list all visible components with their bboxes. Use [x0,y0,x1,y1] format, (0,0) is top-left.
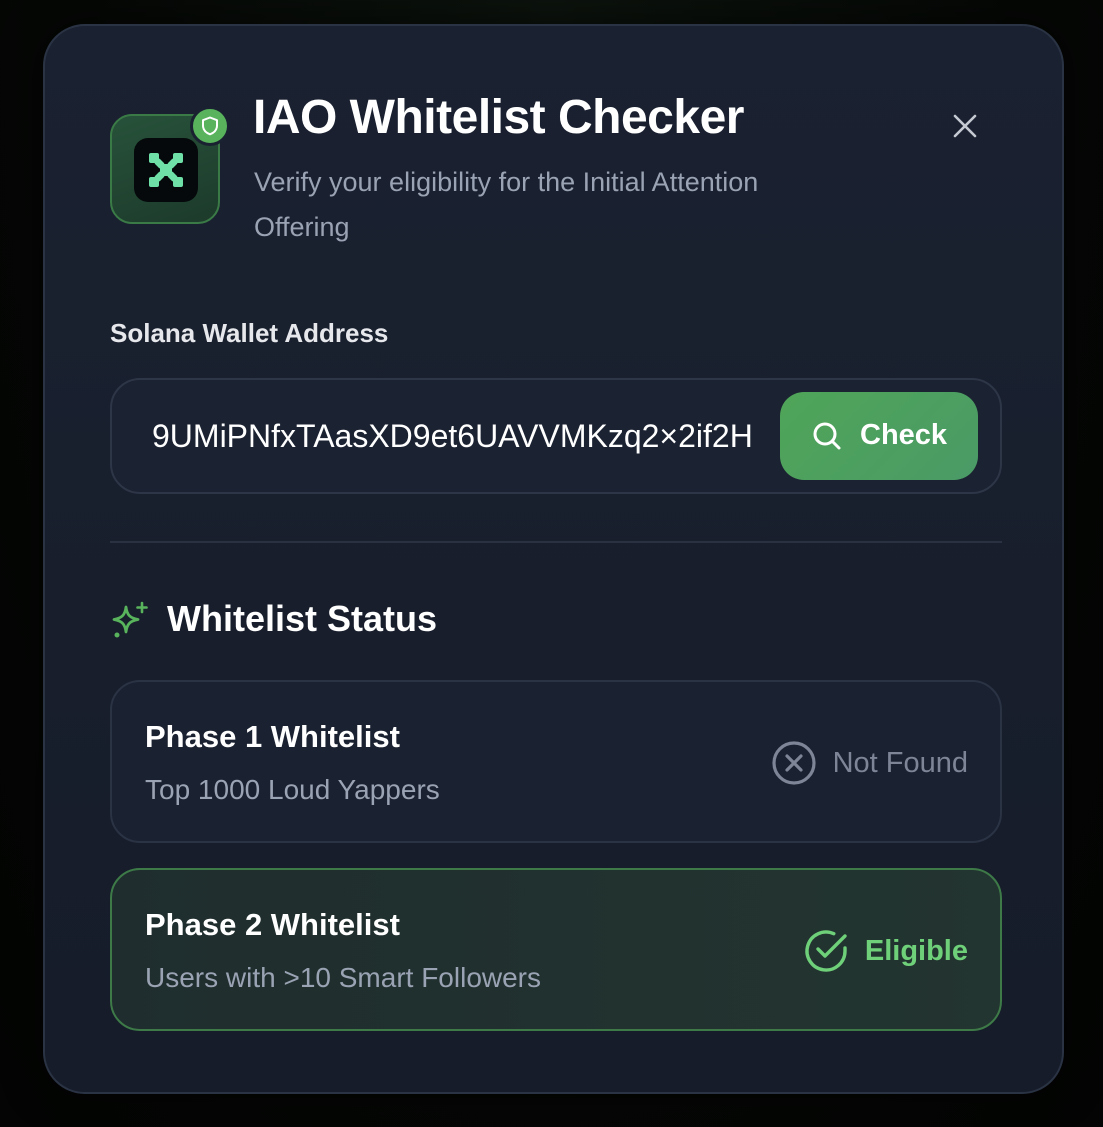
page-title: IAO Whitelist Checker [253,91,744,144]
phase-2-card: Phase 2 Whitelist Users with >10 Smart F… [110,868,1002,1031]
page-subtitle: Verify your eligibility for the Initial … [254,167,759,242]
phase-2-status: Eligible [803,928,968,974]
phase-2-status-text: Eligible [864,934,968,967]
check-button-label: Check [860,419,948,451]
section-divider [110,541,1002,543]
close-button[interactable] [945,106,985,146]
phase-2-name: Phase 2 Whitelist [145,907,400,942]
close-icon [953,114,977,138]
x-circle-icon [771,741,816,785]
search-icon [813,422,841,450]
phase-1-description: Top 1000 Loud Yappers [145,774,440,805]
wallet-address-label: Solana Wallet Address [110,318,389,348]
check-circle-icon [805,930,847,972]
phase-1-status-text: Not Found [832,746,968,779]
check-button[interactable]: Check [780,392,978,480]
sparkles-icon [112,601,148,638]
whitelist-status-title: Whitelist Status [167,598,438,639]
verified-shield-icon [190,106,230,146]
phase-2-description: Users with >10 Smart Followers [145,962,542,993]
wallet-address-input[interactable] [152,380,780,492]
x-logo-icon [134,138,198,202]
phase-1-status: Not Found [771,740,968,786]
phase-1-name: Phase 1 Whitelist [145,719,400,754]
wallet-input-group: Check [110,378,1002,494]
phase-1-card: Phase 1 Whitelist Top 1000 Loud Yappers … [110,680,1002,843]
whitelist-checker-modal: IAO Whitelist Checker Verify your eligib… [43,24,1064,1094]
